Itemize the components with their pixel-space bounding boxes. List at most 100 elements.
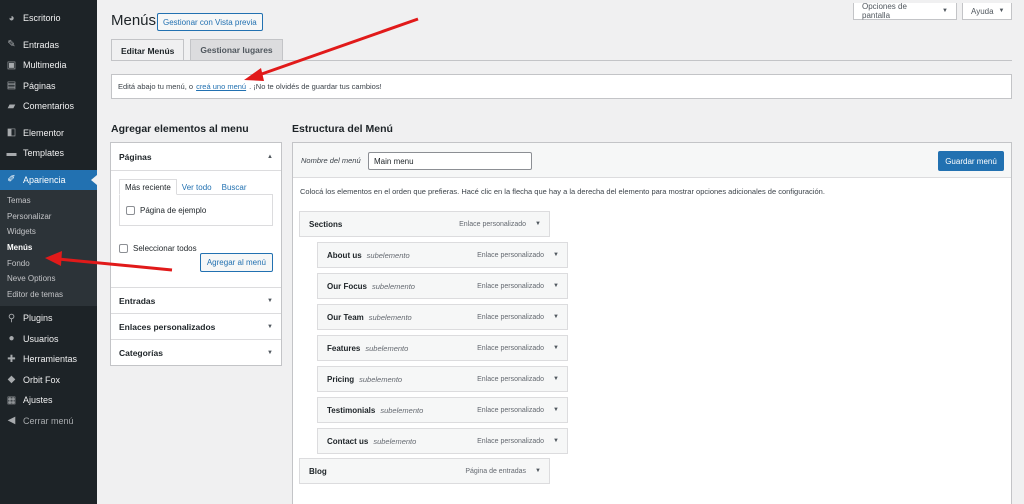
menu-item[interactable]: Pricing subelemento Enlace personalizado… bbox=[317, 366, 568, 392]
menu-item[interactable]: Our Team subelemento Enlace personalizad… bbox=[317, 304, 568, 330]
tab-search[interactable]: Buscar bbox=[217, 179, 252, 195]
screen-options-label: Opciones de pantalla bbox=[862, 2, 907, 20]
accordion-entradas[interactable]: Entradas ▼ bbox=[111, 287, 281, 313]
tab-view-all[interactable]: Ver todo bbox=[177, 179, 217, 195]
menu-structure-panel: Nombre del menú Guardar menú Colocá los … bbox=[292, 142, 1012, 504]
page-checkbox[interactable] bbox=[126, 205, 135, 215]
sidebar-item-orbit-fox[interactable]: ◆ Orbit Fox bbox=[0, 370, 97, 391]
save-menu-button[interactable]: Guardar menú bbox=[938, 151, 1004, 171]
sidebar-item-plugins[interactable]: ⚲ Plugins bbox=[0, 308, 97, 329]
menu-item[interactable]: Features subelemento Enlace personalizad… bbox=[317, 335, 568, 361]
accordion-custom-links[interactable]: Enlaces personalizados ▼ bbox=[111, 313, 281, 339]
submenu-item-editor-temas[interactable]: Editor de temas bbox=[0, 287, 97, 303]
menu-item[interactable]: About us subelemento Enlace personalizad… bbox=[317, 242, 568, 268]
sidebar-item-herramientas[interactable]: ✚ Herramientas bbox=[0, 349, 97, 370]
menu-item[interactable]: Our Focus subelemento Enlace personaliza… bbox=[317, 273, 568, 299]
menu-item-title: Blog bbox=[309, 466, 327, 476]
folder-icon: ▬ bbox=[6, 147, 17, 159]
sidebar-item-label: Entradas bbox=[23, 39, 60, 50]
sidebar-item-label: Plugins bbox=[23, 313, 53, 324]
caret-down-icon[interactable]: ▼ bbox=[553, 407, 559, 413]
sidebar-collapse-button[interactable]: ◀ Cerrar menú bbox=[0, 411, 97, 432]
submenu-item-temas[interactable]: Temas bbox=[0, 193, 97, 209]
sidebar-item-templates[interactable]: ▬ Templates bbox=[0, 143, 97, 164]
tab-edit-menus[interactable]: Editar Menús bbox=[111, 39, 185, 61]
caret-down-icon[interactable]: ▼ bbox=[553, 314, 559, 320]
menu-item[interactable]: Contact us subelemento Enlace personaliz… bbox=[317, 428, 568, 454]
sidebar-item-label: Apariencia bbox=[23, 174, 66, 185]
sidebar-item-multimedia[interactable]: ▣ Multimedia bbox=[0, 55, 97, 76]
sidebar-item-escritorio[interactable]: ◕ Escritorio bbox=[0, 8, 97, 29]
select-all-checkbox[interactable] bbox=[119, 244, 128, 253]
sidebar-item-apariencia[interactable]: ✐ Apariencia bbox=[0, 169, 97, 190]
sidebar-item-label: Templates bbox=[23, 148, 65, 159]
accordion-pages[interactable]: Páginas ▲ bbox=[111, 143, 281, 171]
accordion-categories[interactable]: Categorías ▼ bbox=[111, 339, 281, 365]
menu-item-sub: subelemento bbox=[368, 312, 412, 322]
notice-text: Editá abajo tu menú, o bbox=[118, 82, 194, 91]
submenu-item-fondo[interactable]: Fondo bbox=[0, 255, 97, 271]
sidebar-item-label: Cerrar menú bbox=[23, 415, 74, 426]
caret-down-icon[interactable]: ▼ bbox=[535, 221, 541, 227]
menu-item-type: Enlace personalizado bbox=[459, 220, 527, 228]
menu-item[interactable]: Blog Página de entradas ▼ bbox=[299, 458, 550, 484]
menu-name-label: Nombre del menú bbox=[301, 156, 361, 165]
sidebar-item-usuarios[interactable]: ● Usuarios bbox=[0, 329, 97, 350]
sidebar-item-label: Usuarios bbox=[23, 333, 59, 344]
menu-structure-heading: Estructura del Menú bbox=[292, 123, 393, 135]
sidebar-item-entradas[interactable]: ✎ Entradas bbox=[0, 35, 97, 56]
user-icon: ● bbox=[8, 333, 15, 345]
caret-down-icon: ▼ bbox=[942, 8, 948, 14]
sidebar-item-elementor[interactable]: ◧ Elementor bbox=[0, 123, 97, 144]
notice-text-after: . ¡No te olvidés de guardar tus cambios! bbox=[249, 82, 382, 91]
sidebar-item-comentarios[interactable]: ▰ Comentarios bbox=[0, 96, 97, 117]
submenu-item-neve-options[interactable]: Neve Options bbox=[0, 271, 97, 287]
menu-item[interactable]: Sections Enlace personalizado ▼ bbox=[299, 211, 550, 237]
accordion-label: Entradas bbox=[119, 295, 156, 306]
menu-item-type: Enlace personalizado bbox=[477, 437, 545, 445]
caret-down-icon[interactable]: ▼ bbox=[553, 438, 559, 444]
add-to-menu-button[interactable]: Agregar al menú bbox=[199, 253, 273, 272]
menu-item-type: Enlace personalizado bbox=[477, 313, 545, 321]
pages-tabs: Más reciente Ver todo Buscar bbox=[119, 179, 273, 195]
menu-item-type: Enlace personalizado bbox=[477, 282, 545, 290]
menu-item-sub: subelemento bbox=[373, 436, 417, 446]
fox-icon: ◆ bbox=[7, 374, 16, 386]
caret-down-icon[interactable]: ▼ bbox=[553, 376, 559, 382]
menu-item-type: Enlace personalizado bbox=[477, 406, 545, 414]
menu-item[interactable]: Testimonials subelemento Enlace personal… bbox=[317, 397, 568, 423]
page-item-label: Página de ejemplo bbox=[140, 205, 207, 215]
add-items-panel: Páginas ▲ Más reciente Ver todo Buscar Pá… bbox=[110, 142, 282, 366]
collapse-icon: ◀ bbox=[7, 415, 16, 427]
manage-with-preview-button[interactable]: Gestionar con Vista previa bbox=[157, 13, 263, 31]
dashboard-icon: ◕ bbox=[8, 12, 15, 24]
tab-manage-locations[interactable]: Gestionar lugares bbox=[190, 39, 283, 60]
wrench-icon: ✚ bbox=[7, 353, 16, 365]
menu-name-input[interactable] bbox=[368, 152, 532, 170]
caret-down-icon[interactable]: ▼ bbox=[553, 252, 559, 258]
sidebar-item-label: Herramientas bbox=[23, 354, 78, 365]
menu-item-title: Features bbox=[327, 343, 361, 353]
submenu-item-widgets[interactable]: Widgets bbox=[0, 224, 97, 240]
submenu-item-personalizar[interactable]: Personalizar bbox=[0, 209, 97, 225]
menu-item-title: Our Team bbox=[327, 312, 364, 322]
menu-item-title: About us bbox=[327, 250, 362, 260]
tab-most-recent[interactable]: Más reciente bbox=[119, 179, 177, 195]
menu-item-title: Contact us bbox=[327, 436, 369, 446]
sidebar-item-paginas[interactable]: ▤ Páginas bbox=[0, 76, 97, 97]
sidebar-item-ajustes[interactable]: ▦ Ajustes bbox=[0, 390, 97, 411]
pin-icon: ✎ bbox=[7, 39, 16, 51]
menu-item-sub: subelemento bbox=[380, 405, 424, 415]
screen-options-button[interactable]: Opciones de pantalla ▼ bbox=[853, 2, 957, 20]
caret-up-icon: ▲ bbox=[267, 153, 273, 160]
create-menu-link[interactable]: creá uno menú bbox=[196, 82, 246, 91]
help-button[interactable]: Ayuda ▼ bbox=[962, 3, 1012, 20]
caret-down-icon: ▼ bbox=[998, 8, 1005, 14]
menu-header: Nombre del menú Guardar menú bbox=[293, 143, 1011, 178]
caret-down-icon[interactable]: ▼ bbox=[553, 283, 559, 289]
pages-list: Página de ejemplo bbox=[119, 194, 273, 226]
caret-down-icon[interactable]: ▼ bbox=[535, 468, 541, 474]
submenu-item-menus[interactable]: Menús bbox=[0, 240, 97, 256]
caret-down-icon[interactable]: ▼ bbox=[553, 345, 559, 351]
select-all[interactable]: Seleccionar todos bbox=[119, 244, 197, 253]
